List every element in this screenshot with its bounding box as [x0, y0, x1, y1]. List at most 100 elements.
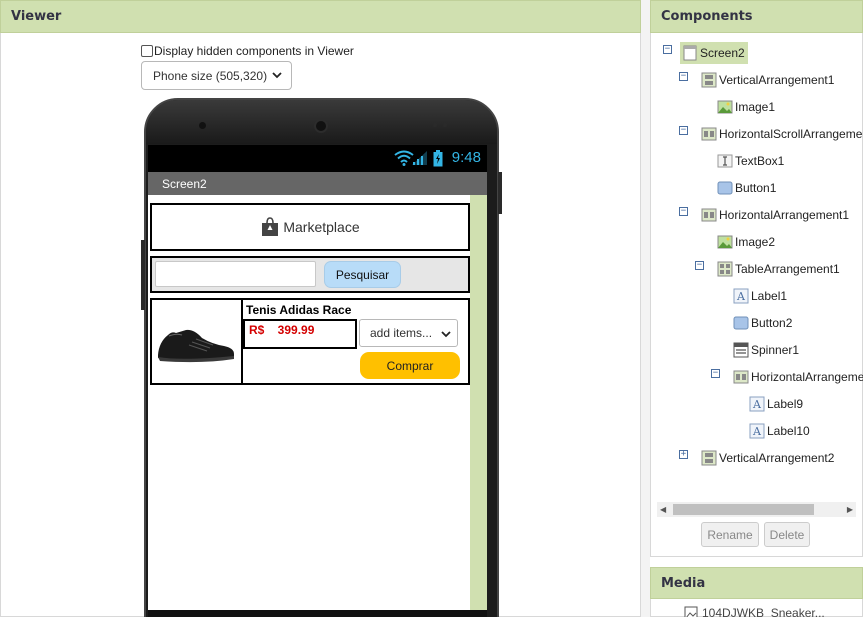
phone-volume-button	[141, 240, 145, 310]
tree-item-screen2[interactable]: Screen2	[680, 42, 748, 64]
phone-bottom-bezel	[148, 610, 487, 617]
product-title: Tenis Adidas Race	[246, 303, 352, 317]
button-icon	[717, 181, 733, 195]
collapse-toggle[interactable]: −	[679, 72, 688, 81]
search-input[interactable]	[155, 261, 316, 287]
collapse-toggle[interactable]: −	[679, 207, 688, 216]
components-panel-header: Components	[650, 0, 863, 33]
tree-item-image1[interactable]: Image1	[717, 96, 775, 118]
screen-scroll-strip	[470, 195, 487, 617]
product-image	[152, 300, 243, 383]
tree-item-button2[interactable]: Button2	[733, 312, 792, 334]
sneaker-icon	[158, 329, 234, 363]
tree-item-label10[interactable]: A Label10	[749, 420, 810, 442]
horizontal-arrangement-icon	[701, 208, 717, 222]
display-hidden-components-toggle[interactable]: Display hidden components in Viewer	[141, 44, 354, 58]
button-icon	[733, 316, 749, 330]
front-camera-icon	[199, 122, 206, 129]
tree-item-horizontalarrangement2[interactable]: HorizontalArrangement2	[733, 366, 863, 388]
product-card: Tenis Adidas Race R$ 399.99 add items...…	[150, 298, 470, 385]
tree-item-label: Screen2	[700, 46, 745, 60]
label-icon: A	[733, 288, 749, 304]
label-icon: A	[749, 396, 765, 412]
tree-item-tablearrangement1[interactable]: TableArrangement1	[717, 258, 840, 280]
tree-item-label: TextBox1	[735, 154, 785, 168]
media-item-label: 104DJWKB_Sneaker...	[702, 606, 825, 617]
tree-item-label1[interactable]: A Label1	[733, 285, 787, 307]
earpiece-icon	[314, 119, 328, 133]
tree-item-label: VerticalArrangement2	[719, 451, 835, 465]
tree-item-label: Button1	[735, 181, 777, 195]
search-button[interactable]: Pesquisar	[324, 261, 401, 288]
tree-item-label: Spinner1	[751, 343, 800, 357]
marketplace-logo-image: Marketplace	[150, 203, 470, 251]
collapse-toggle[interactable]: −	[679, 126, 688, 135]
chevron-down-icon	[272, 72, 282, 79]
tree-item-verticalarrangement2[interactable]: VerticalArrangement2	[701, 447, 834, 469]
tree-item-label9[interactable]: A Label9	[749, 393, 803, 415]
rename-button[interactable]: Rename	[701, 522, 759, 547]
tree-item-label: VerticalArrangement1	[719, 73, 835, 87]
tree-item-label: Image2	[735, 235, 776, 249]
viewer-title: Viewer	[11, 9, 62, 24]
display-hidden-checkbox[interactable]	[141, 45, 153, 57]
sensor-icon	[433, 123, 437, 127]
components-title: Components	[661, 9, 753, 24]
tree-item-label: Button2	[751, 316, 793, 330]
screen-title: Screen2	[162, 176, 207, 191]
spinner-selected-value: add items...	[370, 326, 433, 340]
tree-horizontal-scrollbar[interactable]: ◀ ▶	[657, 502, 856, 517]
media-title: Media	[661, 575, 706, 591]
buy-button[interactable]: Comprar	[360, 352, 460, 379]
media-item[interactable]: 104DJWKB_Sneaker...	[684, 606, 825, 617]
svg-text:A: A	[736, 290, 746, 303]
table-arrangement-icon	[717, 261, 733, 277]
tree-item-label: TableArrangement1	[735, 262, 840, 276]
media-panel-header: Media	[650, 567, 863, 599]
phone-size-select[interactable]: Phone size (505,320)	[141, 61, 292, 90]
expand-toggle[interactable]: +	[679, 450, 688, 459]
svg-text:A: A	[752, 425, 762, 438]
display-hidden-label: Display hidden components in Viewer	[154, 44, 354, 58]
tree-item-selected-highlight: Screen2	[680, 42, 748, 64]
collapse-toggle[interactable]: −	[695, 261, 704, 270]
delete-button[interactable]: Delete	[764, 522, 810, 547]
shopping-bag-icon	[262, 217, 279, 236]
search-row: Pesquisar	[150, 256, 470, 293]
scrollbar-thumb[interactable]	[673, 504, 814, 515]
scroll-right-icon[interactable]: ▶	[847, 505, 853, 514]
svg-text:A: A	[752, 398, 762, 411]
component-tree: − Screen2 − VerticalArrangement1 Image1 …	[650, 33, 863, 499]
tree-item-label: Label10	[767, 424, 810, 438]
signal-icon	[412, 151, 427, 165]
tree-item-button1[interactable]: Button1	[717, 177, 776, 199]
horizontal-arrangement-icon	[733, 370, 749, 384]
tree-item-label: Image1	[735, 100, 776, 114]
marketplace-logo-text: Marketplace	[283, 219, 360, 235]
tree-item-image2[interactable]: Image2	[717, 231, 775, 253]
product-price: R$ 399.99	[243, 319, 357, 349]
viewer-panel-header: Viewer	[0, 0, 641, 33]
label-icon: A	[749, 423, 765, 439]
screen-title-bar: Screen2	[148, 172, 487, 195]
tree-item-label: HorizontalArrangement2	[751, 370, 863, 384]
status-bar: 9:48	[148, 145, 487, 172]
wifi-icon	[394, 150, 414, 166]
status-time: 9:48	[451, 149, 481, 166]
collapse-toggle[interactable]: −	[711, 369, 720, 378]
textbox-icon	[717, 154, 733, 168]
tree-item-label: HorizontalScrollArrangement1	[719, 127, 863, 141]
tree-item-verticalarrangement1[interactable]: VerticalArrangement1	[701, 69, 834, 91]
tree-item-textbox1[interactable]: TextBox1	[717, 150, 784, 172]
tree-item-horizontalarrangement1[interactable]: HorizontalArrangement1	[701, 204, 849, 226]
quantity-spinner[interactable]: add items...	[359, 319, 458, 347]
scroll-left-icon[interactable]: ◀	[660, 505, 666, 514]
tree-item-label: Label9	[767, 397, 804, 411]
tree-item-label: HorizontalArrangement1	[719, 208, 850, 222]
collapse-toggle[interactable]: −	[663, 45, 672, 54]
phone-screen: 9:48 Screen2 Marketplace Pesquisar Tenis…	[148, 145, 487, 617]
tree-item-spinner1[interactable]: Spinner1	[733, 339, 799, 361]
vertical-arrangement-icon	[701, 450, 717, 466]
tree-item-horizontalscrollarrangement1[interactable]: HorizontalScrollArrangement1	[701, 123, 863, 145]
chevron-down-icon	[441, 331, 451, 338]
